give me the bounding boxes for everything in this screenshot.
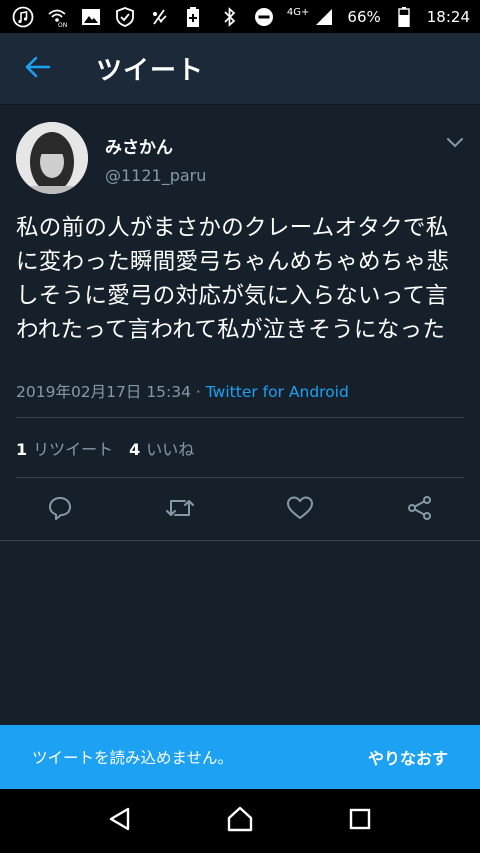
tweet-author: みさかん @1121_paru: [0, 106, 480, 206]
tweet-timestamp: 2019年02月17日 15:34 ·: [16, 383, 206, 401]
shield-icon: [114, 6, 136, 28]
like-count: 4: [129, 440, 141, 459]
network-type: 4G+: [286, 7, 310, 18]
arrow-left-icon: [25, 56, 51, 82]
battery-percent: 66%: [347, 7, 381, 26]
retweet-button[interactable]: [165, 495, 195, 525]
divider: [0, 540, 480, 541]
tweet-actions: [0, 481, 480, 541]
wifi-calling-icon: ON: [46, 6, 68, 28]
retweet-stat[interactable]: 1 リツイート: [16, 436, 113, 460]
retweet-icon: [165, 495, 195, 525]
nav-back-button[interactable]: [100, 801, 140, 841]
svg-text:ON: ON: [58, 22, 67, 28]
bluetooth-icon: [219, 6, 241, 28]
retweet-stat-label: リツイート: [33, 440, 114, 459]
back-button[interactable]: [0, 33, 76, 105]
clock: 18:24: [426, 7, 470, 26]
music-icon: [12, 6, 34, 28]
like-stat[interactable]: 4 いいね: [129, 436, 194, 460]
chevron-down-icon: [446, 134, 464, 153]
tweet-detail: みさかん @1121_paru 私の前の人がまさかのクレームオタクで私に変わった…: [0, 106, 480, 541]
reply-button[interactable]: [45, 495, 75, 525]
status-bar: ON 4G+ 66% 18:24: [0, 0, 480, 33]
tweet-menu-button[interactable]: [446, 134, 466, 150]
home-circle-icon: [226, 805, 254, 837]
tweet-stats: 1 リツイート 4 いいね: [16, 436, 194, 460]
divider: [16, 417, 464, 418]
status-bar-right: 4G+ 66% 18:24: [219, 6, 470, 28]
like-icon: [286, 495, 314, 525]
divider: [16, 477, 464, 478]
like-stat-label: いいね: [146, 440, 195, 459]
retweet-count: 1: [16, 440, 28, 459]
avatar[interactable]: [16, 122, 88, 194]
tweet-source-link[interactable]: Twitter for Android: [206, 383, 349, 401]
battery-icon: [393, 6, 415, 28]
snackbar-message: ツイートを読み込めません。: [32, 749, 234, 767]
display-name[interactable]: みさかん: [105, 133, 173, 158]
reply-icon: [47, 495, 73, 525]
battery-plus-icon: [182, 6, 204, 28]
nav-recents-button[interactable]: [340, 801, 380, 841]
page-title: ツイート: [96, 56, 205, 86]
cell-signal-icon: [313, 6, 335, 28]
retry-button[interactable]: やりなおす: [368, 745, 448, 769]
image-icon: [80, 6, 102, 28]
tweet-text: 私の前の人がまさかのクレームオタクで私に変わった瞬間愛弓ちゃんめちゃめちゃ悲しそ…: [16, 215, 450, 343]
recents-square-icon: [348, 807, 372, 835]
user-handle[interactable]: @1121_paru: [105, 166, 206, 185]
signal-booster-icon: [148, 6, 170, 28]
share-icon: [407, 495, 433, 525]
error-snackbar: ツイートを読み込めません。 やりなおす: [0, 725, 480, 789]
status-bar-left: ON: [12, 6, 204, 28]
like-button[interactable]: [285, 495, 315, 525]
nav-home-button[interactable]: [220, 801, 260, 841]
tweet-meta: 2019年02月17日 15:34 · Twitter for Android: [16, 380, 349, 402]
app-bar: ツイート: [0, 33, 480, 105]
share-button[interactable]: [405, 495, 435, 525]
system-nav-bar: [0, 789, 480, 853]
do-not-disturb-icon: [253, 6, 275, 28]
back-triangle-icon: [107, 806, 133, 836]
